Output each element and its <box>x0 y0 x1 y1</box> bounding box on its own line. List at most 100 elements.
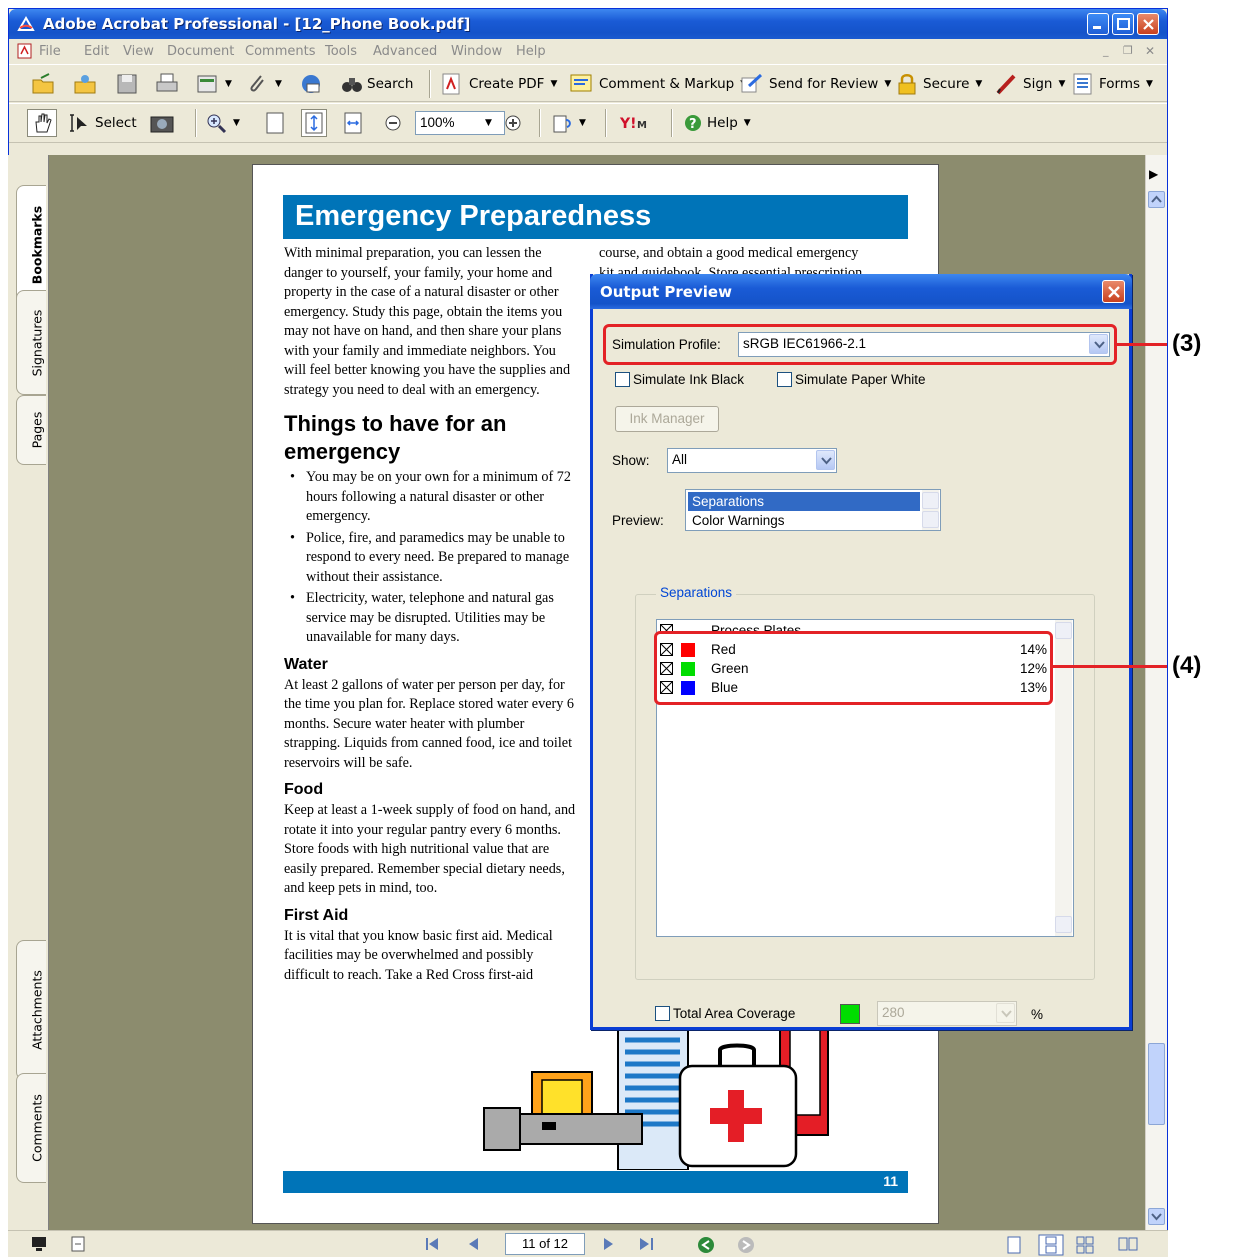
monitor-icon[interactable] <box>30 1236 48 1252</box>
single-page-icon[interactable] <box>1006 1236 1022 1254</box>
last-page-icon[interactable] <box>638 1236 656 1252</box>
continuous-facing-icon[interactable] <box>1076 1236 1094 1254</box>
tasks-icon <box>197 75 217 93</box>
vertical-scrollbar[interactable]: ▶ <box>1145 155 1167 1230</box>
total-area-coverage-checkbox[interactable] <box>655 1006 670 1021</box>
zoom-in-icon <box>207 114 227 134</box>
close-icon <box>1143 19 1154 30</box>
first-page-icon[interactable] <box>424 1236 442 1252</box>
dialog-title-bar[interactable]: Output Preview <box>590 274 1132 309</box>
show-select[interactable]: All <box>667 448 837 473</box>
simulate-ink-black-label: Simulate Ink Black <box>633 372 745 387</box>
search-label: Search <box>367 76 414 92</box>
callout-label-4: (4) <box>1172 652 1202 679</box>
preview-label: Preview: <box>612 513 664 528</box>
zoom-in-button[interactable] <box>503 109 523 137</box>
scroll-down-button[interactable] <box>1148 1208 1165 1225</box>
go-back-icon[interactable] <box>696 1235 716 1255</box>
maximize-button[interactable] <box>1112 13 1134 35</box>
water-paragraph: At least 2 gallons of water per person p… <box>284 676 574 771</box>
go-forward-icon[interactable] <box>736 1235 756 1255</box>
lock-icon <box>898 74 916 95</box>
menu-document[interactable]: Document <box>167 44 234 59</box>
menu-advanced[interactable]: Advanced <box>373 44 437 59</box>
coverage-dropdown[interactable] <box>996 1003 1015 1023</box>
email-tools-button[interactable]: ▼ <box>195 70 232 98</box>
preview-option-separations[interactable]: Separations <box>688 492 920 511</box>
title-bar[interactable]: Adobe Acrobat Professional - [12_Phone B… <box>9 9 1167 39</box>
fit-page-button[interactable] <box>301 109 327 137</box>
hand-tool-button[interactable] <box>27 109 57 137</box>
send-for-review-button[interactable]: Send for Review ▼ <box>739 70 891 98</box>
save-button[interactable] <box>115 70 139 98</box>
dialog-close-button[interactable] <box>1102 280 1125 303</box>
status-bar: 11 of 12 <box>8 1230 1168 1257</box>
menu-file[interactable]: File <box>39 44 61 59</box>
secure-button[interactable]: Secure ▼ <box>895 70 982 98</box>
doc-close-icon[interactable]: ✕ <box>1145 44 1155 58</box>
simulate-ink-black-checkbox[interactable] <box>615 372 630 387</box>
help-button[interactable]: ? Help ▼ <box>683 109 751 137</box>
actual-size-button[interactable] <box>265 109 285 137</box>
print-button[interactable] <box>155 70 179 98</box>
pdf-document-icon[interactable] <box>17 43 33 59</box>
show-dropdown[interactable] <box>816 450 835 470</box>
forms-button[interactable]: Forms ▼ <box>1071 70 1153 98</box>
snapshot-button[interactable] <box>149 109 175 137</box>
create-pdf-button[interactable]: Create PDF ▼ <box>439 70 557 98</box>
scroll-up-arrow[interactable] <box>1055 622 1072 639</box>
preview-listbox[interactable]: Separations Color Warnings <box>685 489 941 531</box>
tab-comments[interactable]: Comments <box>16 1073 46 1183</box>
select-tool-button[interactable]: Select <box>69 109 137 137</box>
email-button[interactable] <box>299 70 323 98</box>
open-button[interactable] <box>31 70 57 98</box>
previous-page-icon[interactable] <box>466 1236 480 1252</box>
page-number-field[interactable]: 11 of 12 <box>505 1233 585 1255</box>
sign-button[interactable]: Sign ▼ <box>995 70 1065 98</box>
callout-line <box>1053 665 1167 668</box>
zoom-level-value: 100% <box>420 115 455 130</box>
organizer-button[interactable] <box>73 70 99 98</box>
options-arrow-icon[interactable]: ▶ <box>1149 167 1158 181</box>
yahoo-logo-icon: Y! M <box>619 116 647 132</box>
menu-tools[interactable]: Tools <box>325 44 357 59</box>
attach-button[interactable]: ▼ <box>245 70 282 98</box>
coverage-color-swatch[interactable] <box>840 1004 860 1024</box>
menu-edit[interactable]: Edit <box>84 44 109 59</box>
scroll-down-arrow[interactable] <box>1055 916 1072 933</box>
doc-restore-icon[interactable]: ❐ <box>1123 44 1133 57</box>
scroll-up-button[interactable] <box>1148 191 1165 208</box>
menu-view[interactable]: View <box>123 44 154 59</box>
zoom-out-button[interactable] <box>383 109 403 137</box>
simulate-paper-white-checkbox[interactable] <box>777 372 792 387</box>
yahoo-toolbar-button[interactable]: Y! M <box>619 109 655 137</box>
doc-minimize-icon[interactable]: _ <box>1103 44 1109 57</box>
total-area-coverage-select[interactable]: 280 <box>877 1001 1017 1026</box>
page-thumbnail-icon[interactable] <box>70 1236 86 1252</box>
tab-pages[interactable]: Pages <box>16 395 46 465</box>
tab-attachments[interactable]: Attachments <box>16 940 46 1080</box>
scroll-up-arrow[interactable] <box>922 492 939 509</box>
preview-list-scrollbar[interactable] <box>922 490 939 530</box>
search-button[interactable]: Search <box>341 70 413 98</box>
menu-help[interactable]: Help <box>516 44 546 59</box>
menu-window[interactable]: Window <box>451 44 502 59</box>
ink-manager-button[interactable]: Ink Manager <box>615 406 719 432</box>
minimize-button[interactable] <box>1087 13 1109 35</box>
scroll-thumb[interactable] <box>1148 1043 1165 1125</box>
comment-markup-button[interactable]: Comment & Markup ▼ <box>569 70 747 98</box>
toolbar-separator <box>429 70 431 98</box>
preview-option-color-warnings[interactable]: Color Warnings <box>688 511 920 530</box>
scroll-down-arrow[interactable] <box>922 511 939 528</box>
rotate-view-button[interactable]: ▼ <box>551 109 586 137</box>
fit-width-button[interactable] <box>343 109 363 137</box>
continuous-icon[interactable] <box>1038 1234 1064 1256</box>
select-cursor-icon <box>70 114 87 132</box>
facing-icon[interactable] <box>1118 1236 1138 1252</box>
fit-page-icon <box>305 112 323 134</box>
close-window-button[interactable] <box>1137 13 1159 35</box>
zoom-dropdown[interactable]: ▼ <box>479 109 492 137</box>
next-page-icon[interactable] <box>602 1236 616 1252</box>
zoom-tool-button[interactable]: ▼ <box>205 109 240 137</box>
menu-comments[interactable]: Comments <box>245 44 315 59</box>
